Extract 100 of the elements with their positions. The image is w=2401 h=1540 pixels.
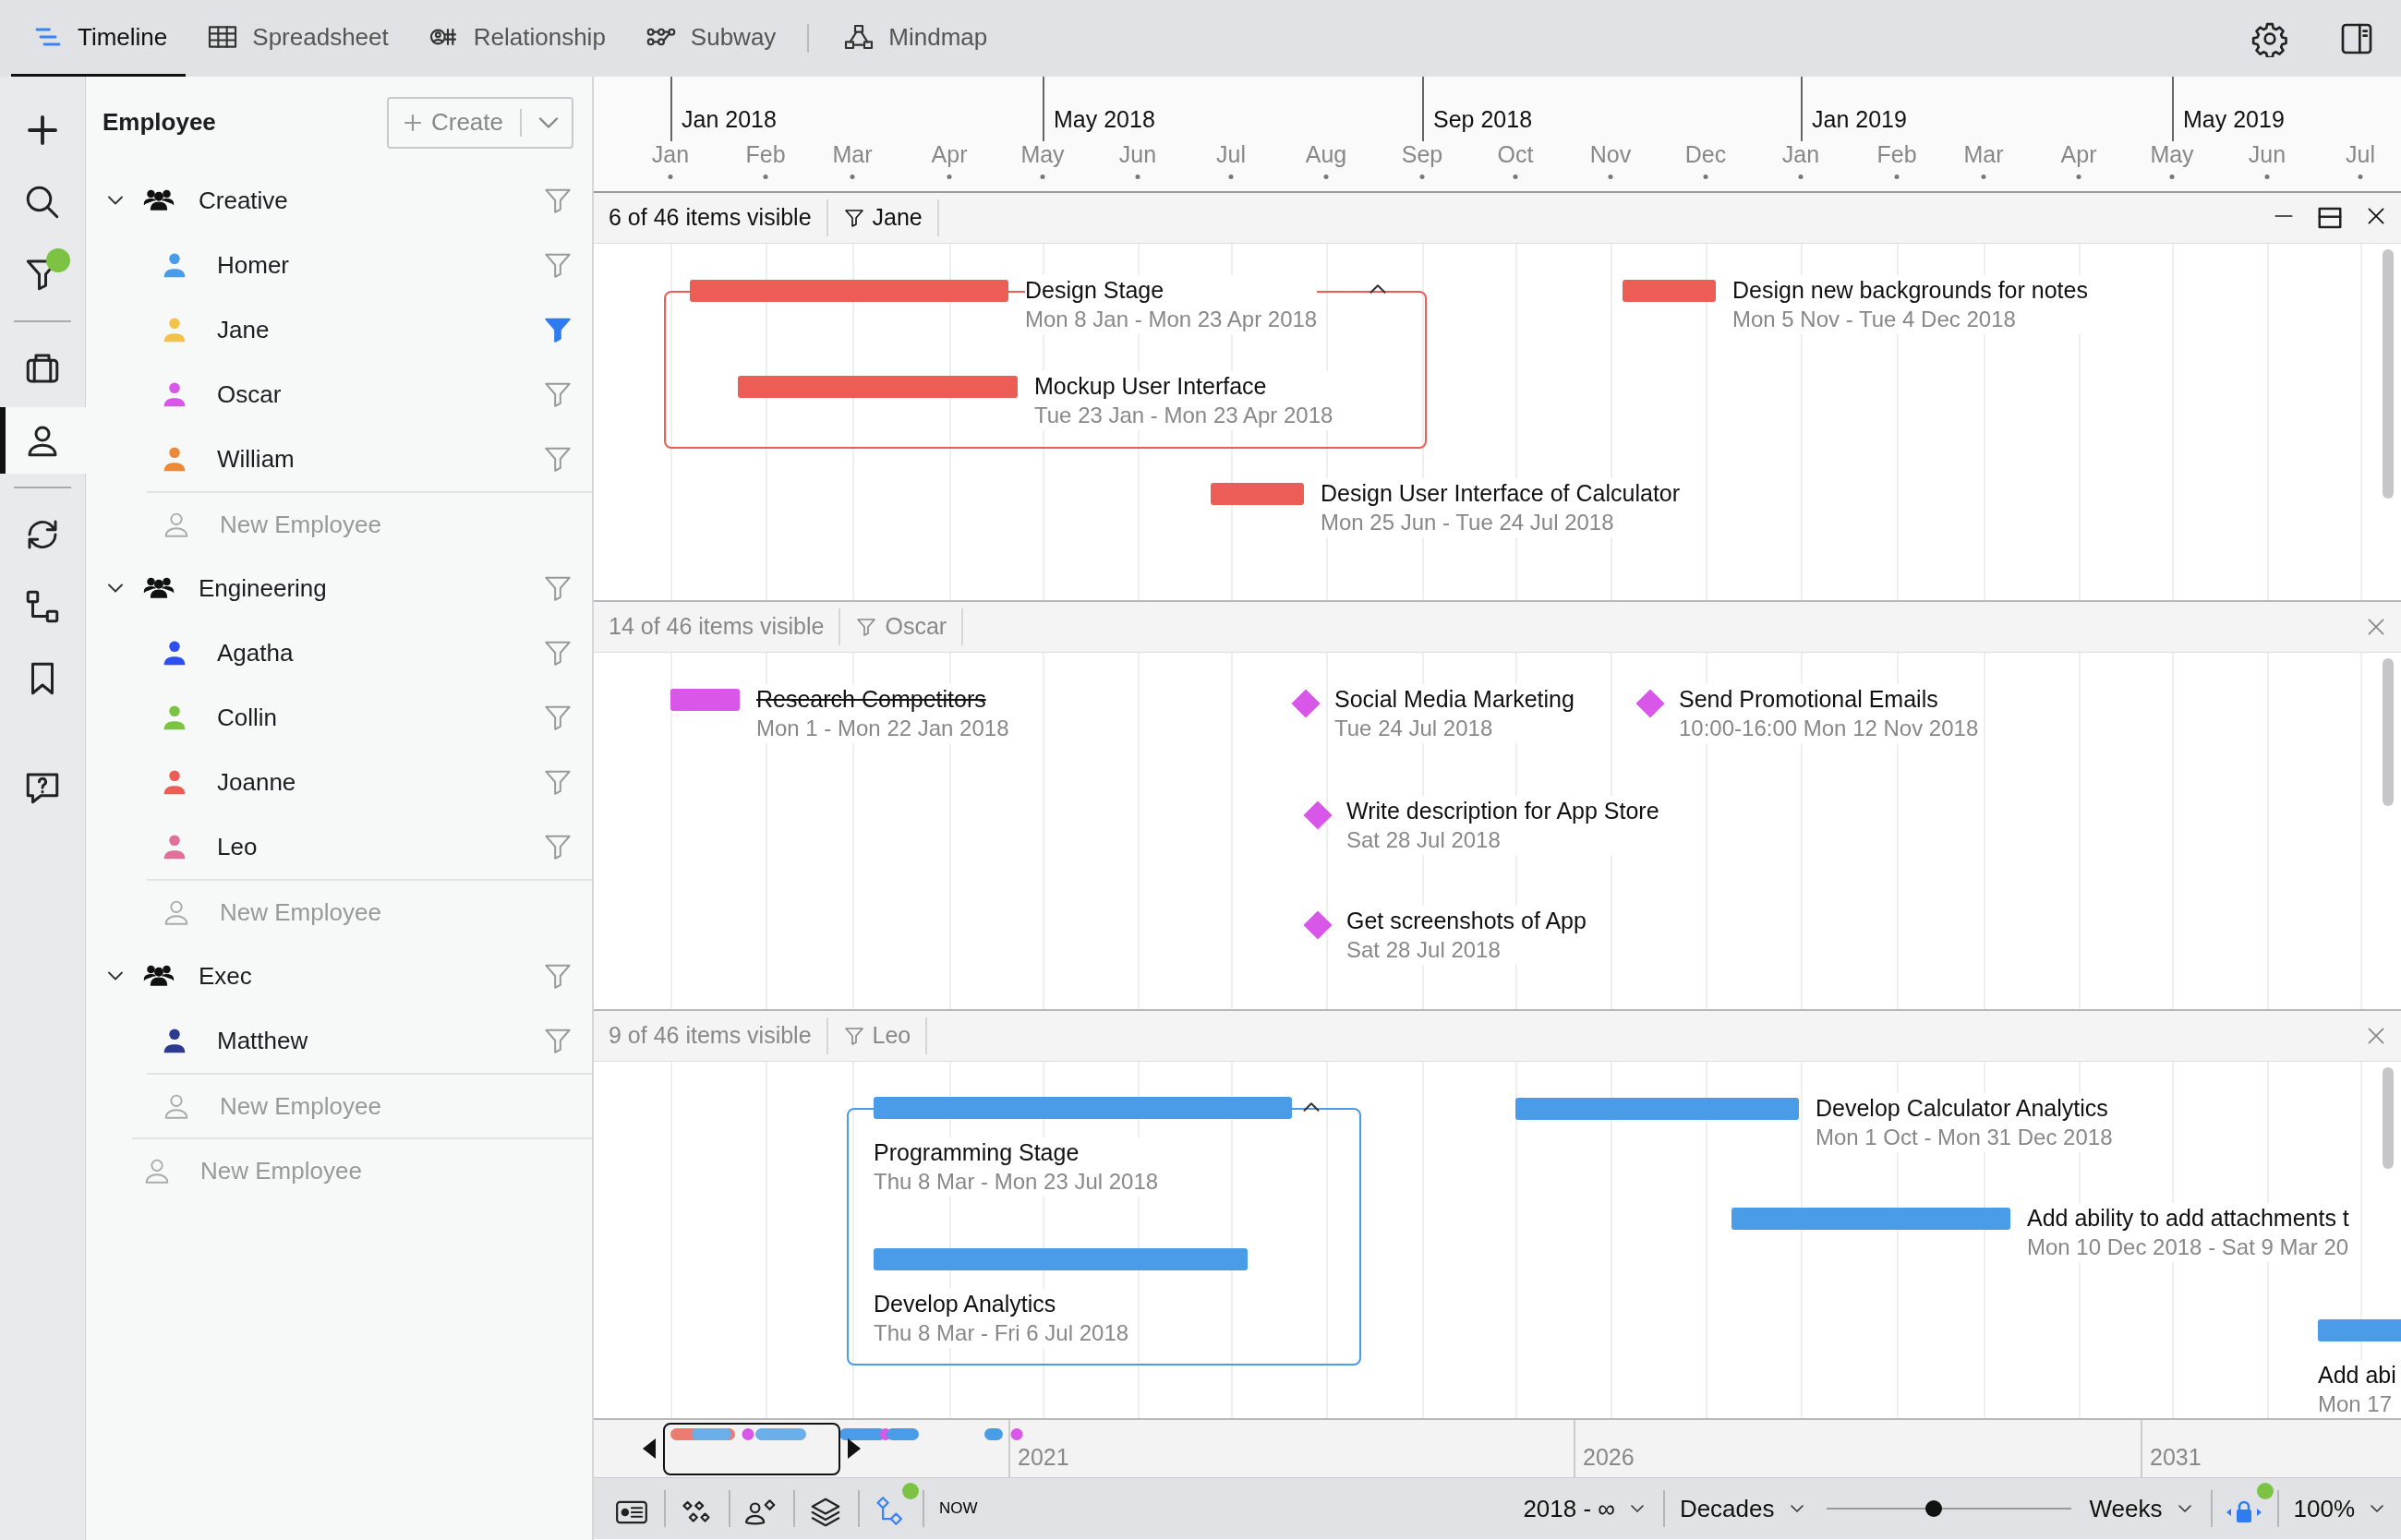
- left-arrow-icon[interactable]: [643, 1438, 656, 1459]
- task-title[interactable]: Send Promotional Emails: [1679, 684, 1979, 714]
- notification-dot: [902, 1483, 919, 1499]
- month-label: Feb: [745, 140, 786, 169]
- month-label: Nov: [1589, 140, 1632, 169]
- zoom-percent-dropdown[interactable]: 100%: [2280, 1490, 2401, 1527]
- year-label: Sep 2018: [1433, 105, 1533, 134]
- tick-dot: [1135, 174, 1140, 179]
- task-title[interactable]: Write description for App Store: [1346, 796, 1659, 825]
- year-label: Jan 2018: [682, 105, 777, 134]
- view-tab[interactable]: Spreadsheet: [186, 0, 407, 77]
- visible-count: 6 of 46 items visible: [608, 203, 813, 233]
- employee-name[interactable]: Homer: [217, 247, 289, 283]
- month-label: Feb: [1876, 140, 1917, 169]
- now-button[interactable]: NOW: [926, 1497, 991, 1521]
- filter-icon: [855, 616, 878, 638]
- month-label: Aug: [1305, 140, 1347, 169]
- task-title[interactable]: Social Media Marketing: [1334, 684, 1575, 714]
- task-title[interactable]: Design User Interface of Calculator: [1321, 478, 1681, 508]
- year-label: 2021: [1018, 1443, 1069, 1472]
- year-label: 2026: [1583, 1443, 1635, 1472]
- employee-name[interactable]: Oscar: [217, 376, 282, 413]
- filter-icon: [842, 1025, 865, 1047]
- task-dates: Tue 24 Jul 2018: [1334, 715, 1494, 742]
- month-label: Dec: [1684, 140, 1727, 169]
- tick-dot: [2264, 174, 2270, 179]
- task-dates: Mon 1 Oct - Mon 31 Dec 2018: [1816, 1124, 2113, 1151]
- tick-dot: [668, 174, 673, 179]
- task-dates: Mon 5 Nov - Tue 4 Dec 2018: [1732, 306, 2017, 333]
- month-label: May: [2150, 140, 2194, 169]
- task-title[interactable]: Get screenshots of App: [1346, 906, 1587, 935]
- employee-name[interactable]: Collin: [217, 699, 278, 736]
- employee-name[interactable]: Jane: [217, 311, 270, 348]
- tick-dot: [2169, 174, 2175, 179]
- view-tab[interactable]: Relationship: [406, 0, 624, 77]
- tick-dot: [1894, 174, 1900, 179]
- group-name[interactable]: Exec: [199, 957, 252, 994]
- month-label: Apr: [2060, 140, 2097, 169]
- filter-icon: [842, 207, 865, 229]
- tick-dot: [1040, 174, 1045, 179]
- task-dates: Thu 8 Mar - Mon 23 Jul 2018: [874, 1168, 1159, 1196]
- employee-name[interactable]: William: [217, 440, 295, 477]
- group-name[interactable]: Creative: [199, 182, 288, 219]
- tick-dot: [850, 174, 855, 179]
- scrollbar[interactable]: [2383, 1067, 2394, 1169]
- task-title[interactable]: Design new backgrounds for notes: [1732, 275, 2088, 305]
- month-label: Jan: [1781, 140, 1820, 169]
- task-title[interactable]: Programming Stage: [874, 1137, 1159, 1167]
- task-dates: Mon 25 Jun - Tue 24 Jul 2018: [1321, 509, 1615, 536]
- tick-dot: [1419, 174, 1425, 179]
- month-label: Oct: [1497, 140, 1534, 169]
- task-dates: Sat 28 Jul 2018: [1346, 826, 1502, 854]
- month-label: Mar: [832, 140, 873, 169]
- employee-name[interactable]: Matthew: [217, 1022, 308, 1059]
- scrollbar[interactable]: [2383, 658, 2394, 806]
- viewport-frame[interactable]: [663, 1423, 840, 1475]
- month-label: Jun: [1118, 140, 1157, 169]
- right-arrow-icon[interactable]: [848, 1438, 861, 1459]
- month-label: Jul: [2346, 140, 2375, 169]
- tick-dot: [1981, 174, 1986, 179]
- tick-dot: [1513, 174, 1518, 179]
- view-tab[interactable]: Subway: [623, 0, 795, 77]
- month-label: Mar: [1963, 140, 2004, 169]
- month-label: Apr: [931, 140, 968, 169]
- task-dates: Tue 23 Jan - Mon 23 Apr 2018: [1034, 402, 1333, 429]
- scrollbar[interactable]: [2383, 249, 2394, 499]
- employee-name[interactable]: Leo: [217, 828, 258, 865]
- task-title[interactable]: Mockup User Interface: [1034, 371, 1333, 401]
- date-range-dropdown[interactable]: 2018 - ∞: [1510, 1490, 1661, 1527]
- task-title[interactable]: Research Competitors: [756, 684, 1009, 714]
- person-button[interactable]: [0, 407, 86, 474]
- view-tab[interactable]: Mindmap: [822, 0, 1007, 77]
- scale-dropdown[interactable]: Decades: [1666, 1490, 1821, 1527]
- month-label: Sep: [1401, 140, 1443, 169]
- year-label: May 2018: [1054, 105, 1155, 134]
- visible-count: 14 of 46 items visible: [608, 612, 826, 642]
- task-title[interactable]: Add ability to add attachments t: [2027, 1203, 2349, 1233]
- month-label: Jun: [2248, 140, 2286, 169]
- task-title[interactable]: Develop Analytics: [874, 1289, 1129, 1318]
- year-label: May 2019: [2183, 105, 2285, 134]
- filter-chip[interactable]: Jane: [826, 199, 939, 236]
- year-label: 2031: [2150, 1443, 2202, 1472]
- tick-dot: [1703, 174, 1708, 179]
- group-name[interactable]: Engineering: [199, 570, 327, 607]
- scale-dropdown[interactable]: Weeks: [2076, 1490, 2209, 1527]
- task-dates: Mon 8 Jan - Mon 23 Apr 2018: [1025, 306, 1318, 333]
- task-dates: Mon 17: [2318, 1390, 2394, 1418]
- panel-title: Employee: [103, 107, 216, 138]
- tick-dot: [1323, 174, 1329, 179]
- employee-name[interactable]: Joanne: [217, 764, 296, 800]
- employee-name[interactable]: Agatha: [217, 634, 294, 671]
- month-label: Jan: [651, 140, 690, 169]
- task-dates: 10:00-16:00 Mon 12 Nov 2018: [1679, 715, 1979, 742]
- notification-dot: [45, 248, 70, 272]
- task-title[interactable]: Design Stage: [1025, 275, 1318, 305]
- caret-icon: [538, 116, 559, 128]
- tick-dot: [2358, 174, 2363, 179]
- task-title[interactable]: Develop Calculator Analytics: [1816, 1093, 2113, 1123]
- task-title[interactable]: Add abi: [2318, 1360, 2396, 1390]
- month-label: Jul: [1216, 140, 1246, 169]
